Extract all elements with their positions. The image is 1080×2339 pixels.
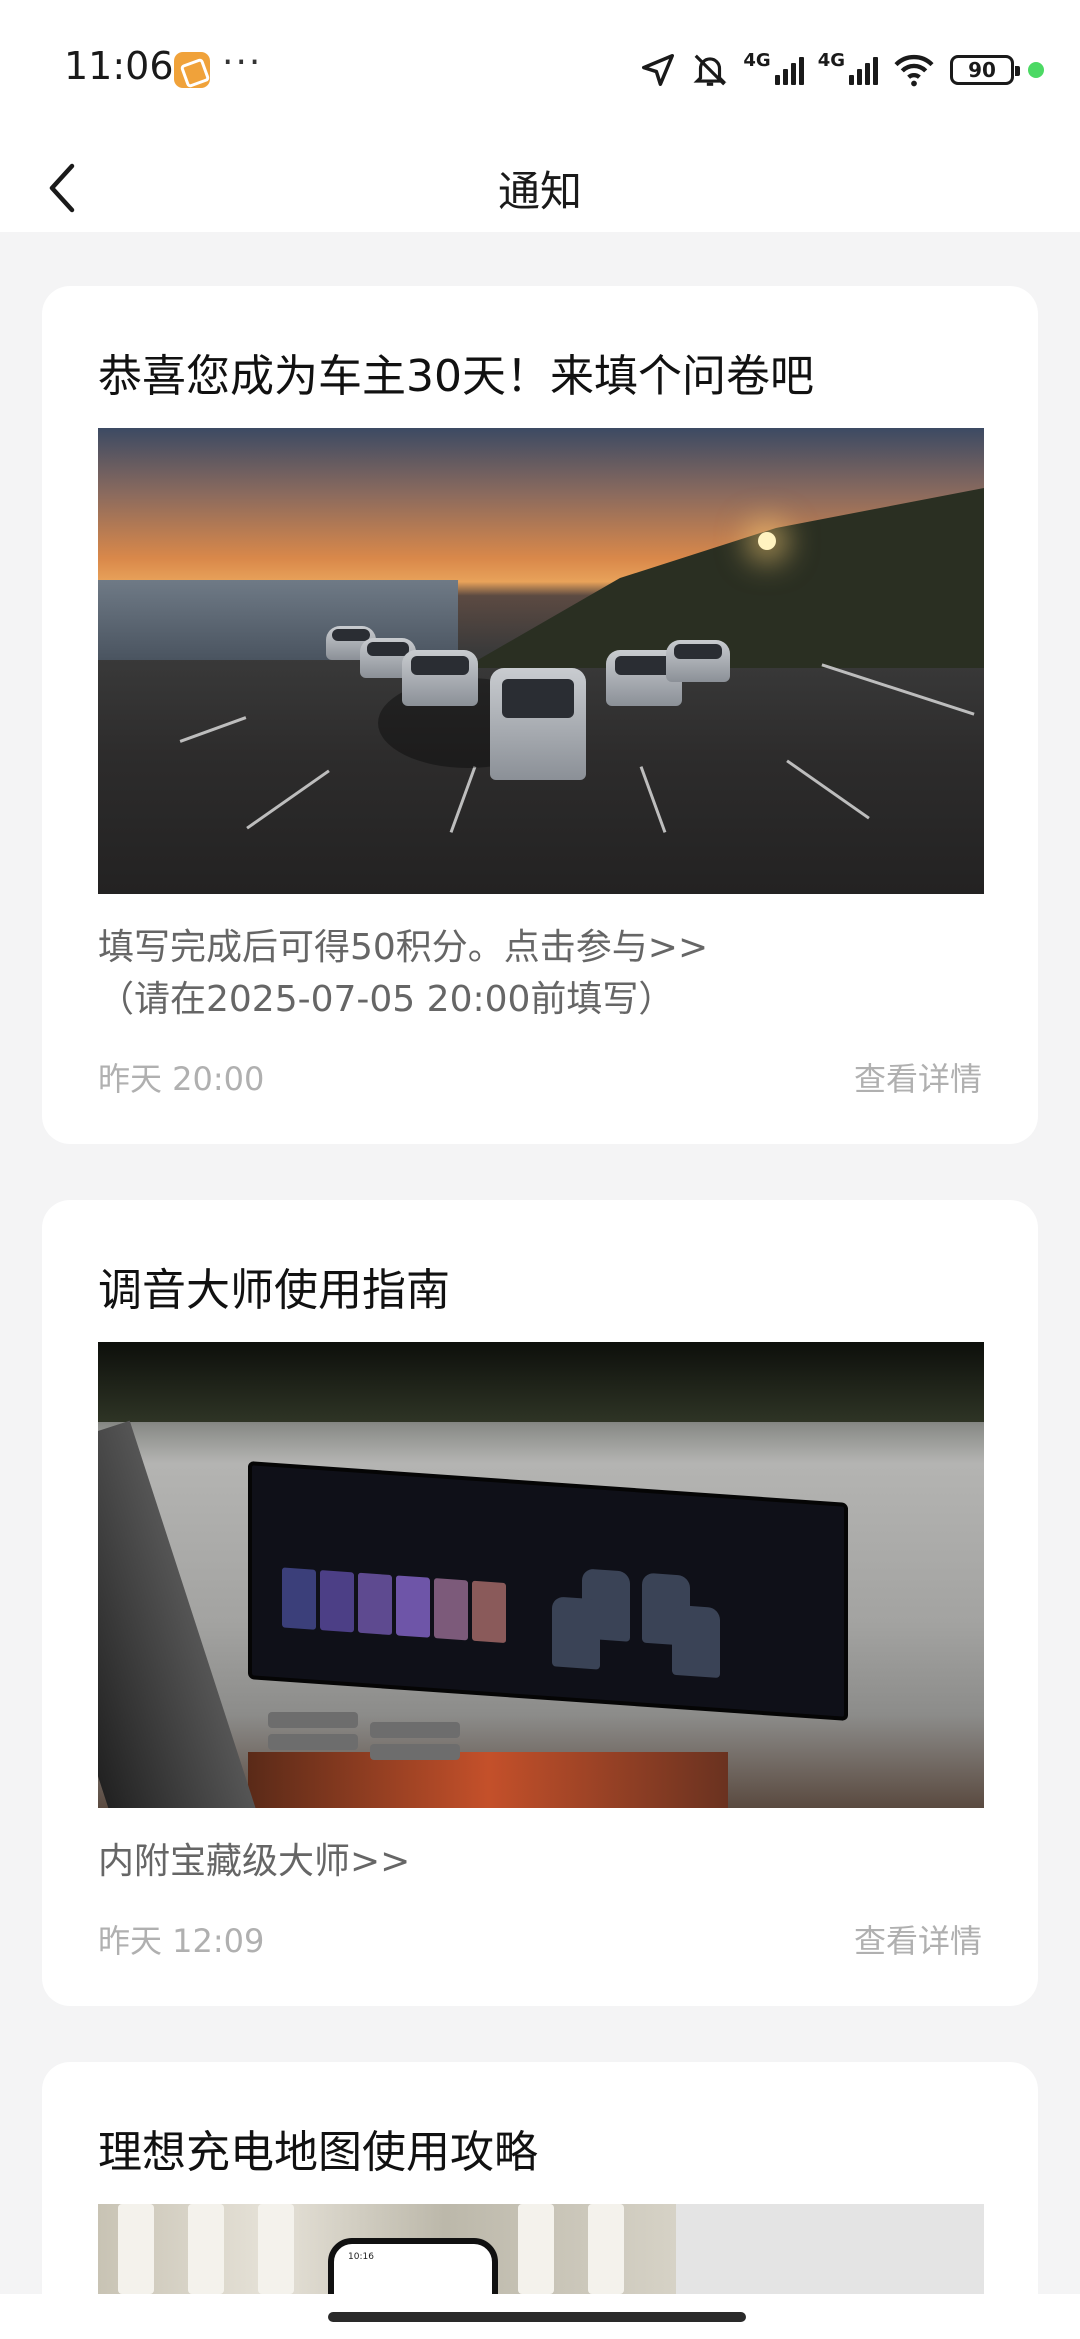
notification-image	[98, 1342, 984, 1808]
battery-indicator: 90	[950, 55, 1020, 85]
page-title: 通知	[497, 167, 582, 216]
notification-desc: 填写完成后可得50积分。点击参与>> （请在2025-07-05 20:00前填…	[98, 922, 708, 1026]
network-type-2: 4G	[817, 49, 845, 71]
view-details-link[interactable]: 查看详情	[854, 1054, 982, 1100]
notification-image	[98, 428, 984, 894]
status-time: 11:06	[64, 44, 174, 88]
bell-muted-icon	[693, 54, 727, 86]
notification-time: 昨天 12:09	[98, 1922, 265, 1960]
wifi-icon	[894, 54, 934, 87]
notification-desc-line: 填写完成后可得50积分。点击参与>>	[98, 927, 709, 968]
notification-title: 调音大师使用指南	[98, 1265, 450, 1316]
app-notification-icon	[174, 52, 210, 88]
signal-strength-icon-2	[849, 55, 878, 85]
notification-card[interactable]: 调音大师使用指南 内附宝藏级大师>> 昨天 12:09 查看详情	[42, 1200, 1038, 2006]
network-type-1: 4G	[743, 49, 771, 71]
notification-title: 恭喜您成为车主30天！来填个问卷吧	[98, 351, 814, 402]
notification-title: 理想充电地图使用攻略	[98, 2127, 538, 2178]
notification-time: 昨天 20:00	[98, 1060, 265, 1098]
signal-strength-icon	[774, 55, 804, 85]
home-indicator[interactable]	[328, 2312, 746, 2322]
view-details-link[interactable]: 查看详情	[854, 1916, 982, 1962]
privacy-indicator-dot	[1028, 62, 1044, 78]
notification-desc: 内附宝藏级大师>>	[98, 1836, 410, 1888]
location-arrow-icon	[642, 54, 675, 86]
notification-desc-line: （请在2025-07-05 20:00前填写）	[98, 979, 675, 1020]
status-bar: 11:06 ··· 4G 4G 90	[0, 0, 1080, 140]
notification-card[interactable]: 恭喜您成为车主30天！来填个问卷吧 填写完成后可得50积分。点击参与>> （请在…	[42, 286, 1038, 1144]
more-notifications-icon: ···	[222, 42, 263, 83]
notification-desc-line: 内附宝藏级大师>>	[98, 1841, 411, 1882]
nav-header: 通知	[0, 140, 1080, 232]
notification-card[interactable]: 理想充电地图使用攻略 10:16	[42, 2062, 1038, 2322]
status-icons: 4G 4G 90	[639, 48, 1044, 92]
